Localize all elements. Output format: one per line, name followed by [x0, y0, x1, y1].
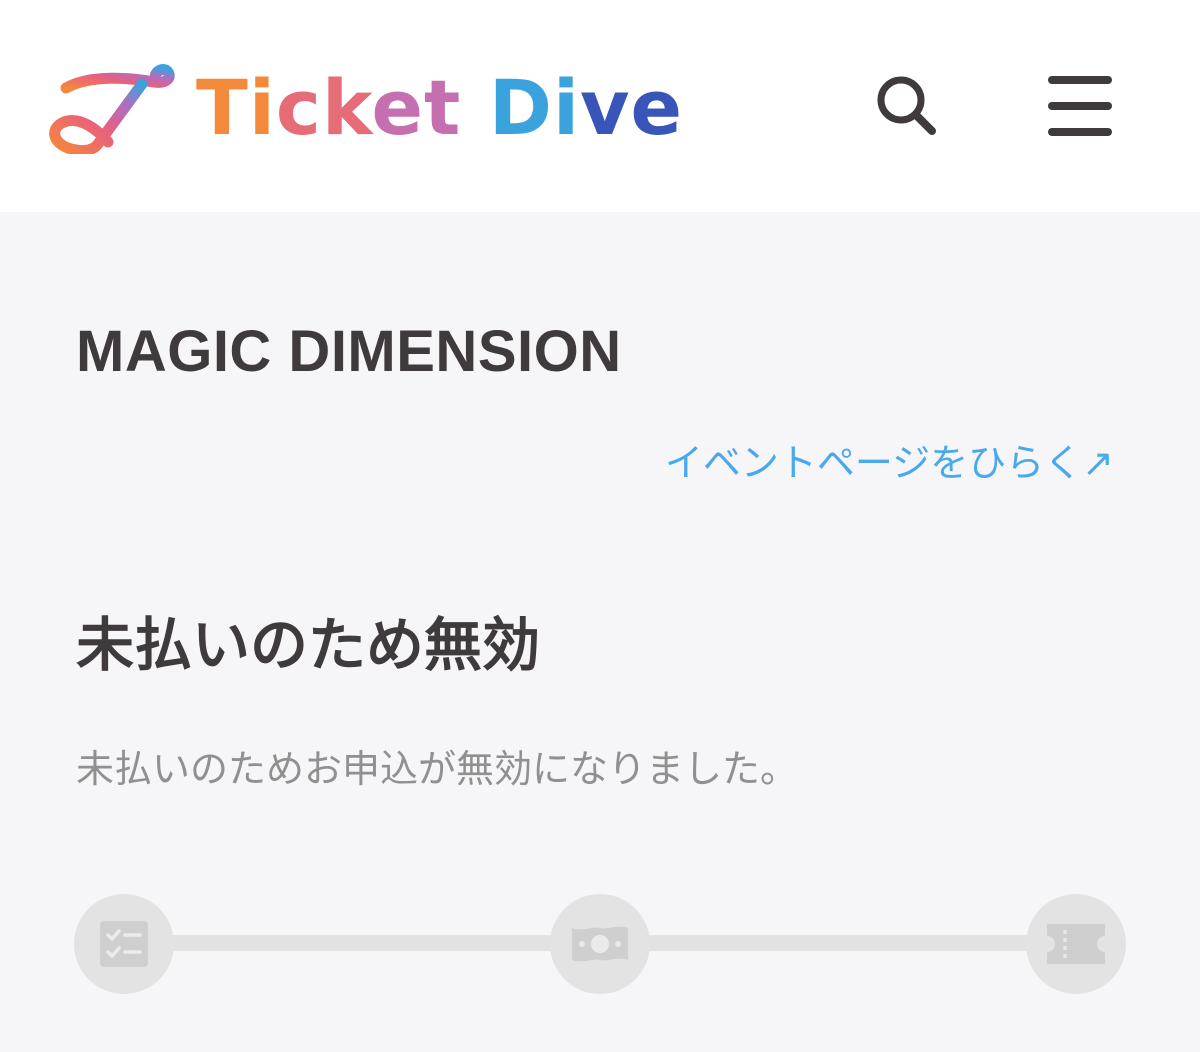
ticket-dive-logo[interactable]: Ticket Dive — [46, 58, 682, 158]
open-event-page-link[interactable]: イベントページをひらく↗ — [665, 432, 1114, 487]
checklist-icon — [100, 921, 148, 967]
ticket-icon — [1047, 924, 1105, 964]
stepper-connector — [150, 935, 580, 951]
logo-mark-icon — [49, 64, 175, 154]
step-application — [74, 894, 174, 994]
payment-icon — [572, 926, 628, 962]
search-button[interactable] — [872, 72, 940, 140]
menu-button[interactable] — [1044, 72, 1116, 140]
step-payment — [550, 894, 650, 994]
status-description: 未払いのためお申込が無効になりました。 — [76, 747, 799, 791]
progress-stepper — [0, 892, 1200, 1002]
logo-wordmark: Ticket Dive — [196, 63, 684, 152]
search-icon — [877, 76, 936, 135]
event-title: MAGIC DIMENSION — [76, 319, 622, 384]
hamburger-menu-icon — [1048, 76, 1112, 136]
step-ticket — [1026, 894, 1126, 994]
stepper-connector — [625, 935, 1055, 951]
status-title: 未払いのため無効 — [76, 611, 541, 679]
app-header: Ticket Dive — [0, 0, 1200, 212]
